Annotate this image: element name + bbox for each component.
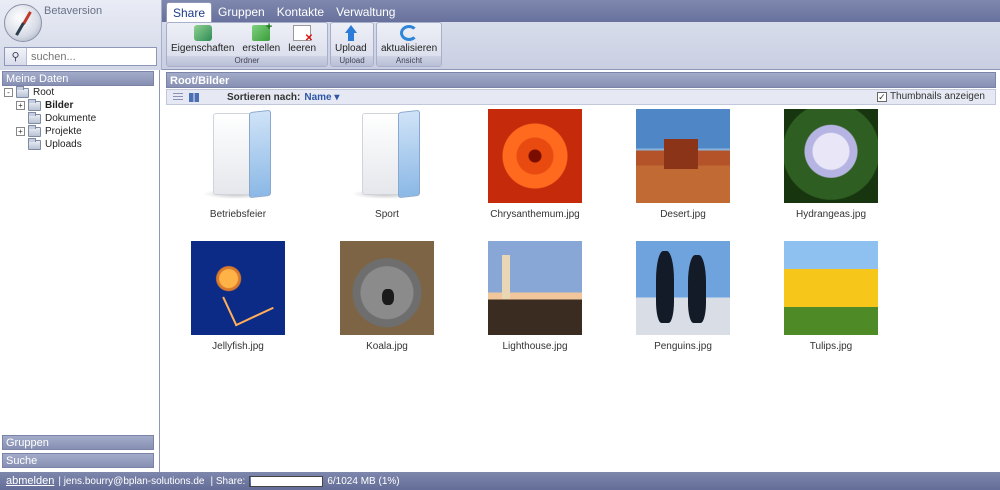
image-thumbnail — [191, 241, 285, 335]
logout-link[interactable]: abmelden — [6, 475, 54, 487]
folder-icon — [28, 124, 41, 137]
file-item-koala[interactable]: Koala.jpg — [322, 241, 452, 352]
tree-node-root[interactable]: - Root — [4, 85, 55, 99]
folder-thumbnail — [340, 109, 434, 203]
sort-dropdown[interactable]: Name ▾ — [304, 92, 339, 103]
user-email: | jens.bourry@bplan-solutions.de — [58, 475, 205, 487]
file-name: Penguins.jpg — [654, 341, 712, 352]
ribbon-group-label: Ordner — [167, 56, 327, 66]
collapse-icon[interactable]: - — [4, 88, 13, 97]
search-panel-header[interactable]: Suche — [2, 453, 154, 468]
file-name: Betriebsfeier — [209, 209, 267, 220]
my-data-panel-header[interactable]: Meine Daten — [2, 71, 154, 86]
file-item-hydrangeas[interactable]: Hydrangeas.jpg — [766, 109, 896, 220]
file-name: Lighthouse.jpg — [502, 341, 568, 352]
share-label: | Share: — [210, 475, 246, 487]
folder-icon — [28, 111, 41, 124]
file-item-penguins[interactable]: Penguins.jpg — [618, 241, 748, 352]
image-thumbnail — [488, 241, 582, 335]
create-folder-label: erstellen — [242, 43, 281, 54]
search-icon[interactable]: ⚲ — [5, 48, 27, 65]
tree-node-bilder[interactable]: + Bilder — [16, 98, 74, 112]
groups-panel-header[interactable]: Gruppen — [2, 435, 154, 450]
image-thumbnail — [488, 109, 582, 203]
ribbon-group-label: Upload — [331, 56, 373, 66]
tree-node-uploads[interactable]: Uploads — [28, 137, 82, 151]
ribbon-group-ansicht: aktualisieren Ansicht — [376, 22, 442, 67]
image-thumbnail — [784, 109, 878, 203]
tree-node-label: Root — [33, 87, 55, 98]
file-item-lighthouse[interactable]: Lighthouse.jpg — [470, 241, 600, 352]
grid-view-icon[interactable] — [189, 92, 199, 102]
expand-icon[interactable]: + — [16, 127, 25, 136]
expand-icon[interactable]: + — [16, 101, 25, 110]
tree-node-label: Projekte — [45, 126, 82, 137]
header: Betaversion ⚲ Share Gruppen Kontakte Ver… — [0, 0, 1000, 70]
image-thumbnail — [636, 241, 730, 335]
file-item-chrysanthemum[interactable]: Chrysanthemum.jpg — [470, 109, 600, 220]
thumbnails-checkbox[interactable]: ✓ — [876, 91, 887, 102]
file-item-jellyfish[interactable]: Jellyfish.jpg — [173, 241, 303, 352]
main-tabs: Share Gruppen Kontakte Verwaltung — [166, 2, 401, 22]
clear-folder-label: leeren — [288, 43, 317, 54]
image-thumbnail — [340, 241, 434, 335]
file-name: Hydrangeas.jpg — [795, 209, 867, 220]
file-item-betriebsfeier[interactable]: Betriebsfeier — [173, 109, 303, 220]
refresh-label: aktualisieren — [381, 43, 438, 54]
file-name: Tulips.jpg — [809, 341, 853, 352]
thumbnails-toggle[interactable]: ✓ Thumbnails anzeigen — [876, 91, 985, 102]
ribbon-group-upload: Upload Upload — [330, 22, 374, 67]
image-thumbnail — [636, 109, 730, 203]
quota-text: 6/1024 MB (1%) — [327, 475, 400, 487]
tree-node-label: Uploads — [45, 139, 82, 150]
file-name: Koala.jpg — [366, 341, 408, 352]
tree-node-dokumente[interactable]: Dokumente — [28, 111, 97, 125]
file-name: Jellyfish.jpg — [212, 341, 264, 352]
upload-label: Upload — [335, 43, 367, 54]
upload-arrow-icon — [342, 25, 360, 41]
folder-icon — [16, 85, 29, 98]
file-item-desert[interactable]: Desert.jpg — [618, 109, 748, 220]
ribbon: Eigenschaften erstellen leeren Ordner Up… — [166, 21, 442, 67]
beta-label: Betaversion — [44, 5, 103, 17]
list-view-icon[interactable] — [173, 92, 183, 102]
clear-folder-icon — [293, 25, 313, 44]
file-name: Sport — [375, 209, 399, 220]
compass-logo-icon — [4, 4, 42, 42]
sort-label: Sortieren nach: — [227, 91, 301, 103]
logo-area: Betaversion ⚲ — [0, 0, 162, 70]
view-toolbar: Sortieren nach: Name ▾ ✓ Thumbnails anze… — [166, 89, 996, 105]
properties-icon — [193, 25, 212, 41]
search-box[interactable]: ⚲ — [4, 47, 157, 66]
refresh-icon — [400, 25, 419, 41]
tab-gruppen[interactable]: Gruppen — [212, 2, 271, 22]
file-name: Chrysanthemum.jpg — [490, 209, 580, 220]
ribbon-group-ordner: Eigenschaften erstellen leeren Ordner — [166, 21, 328, 67]
properties-label: Eigenschaften — [171, 43, 235, 54]
folder-thumbnail — [191, 109, 285, 203]
create-folder-icon — [252, 21, 272, 41]
tree-node-label: Dokumente — [45, 113, 97, 124]
tree-node-label: Bilder — [45, 100, 74, 111]
folder-icon — [28, 98, 41, 111]
image-thumbnail — [784, 241, 878, 335]
tab-verwaltung[interactable]: Verwaltung — [330, 2, 401, 22]
tab-share[interactable]: Share — [166, 2, 213, 22]
breadcrumb: Root/Bilder — [166, 72, 996, 88]
quota-progress-bar — [249, 475, 324, 487]
status-bar: abmelden | jens.bourry@bplan-solutions.d… — [0, 472, 1000, 490]
file-item-sport[interactable]: Sport — [322, 109, 452, 220]
folder-icon — [28, 137, 41, 150]
search-input[interactable] — [27, 48, 152, 65]
ribbon-group-label: Ansicht — [377, 56, 441, 66]
file-item-tulips[interactable]: Tulips.jpg — [766, 241, 896, 352]
quota-progress-fill — [250, 476, 252, 486]
file-name: Desert.jpg — [660, 209, 706, 220]
tab-kontakte[interactable]: Kontakte — [271, 2, 330, 22]
thumbnails-label: Thumbnails anzeigen — [889, 91, 985, 102]
tree-node-projekte[interactable]: + Projekte — [16, 124, 82, 138]
